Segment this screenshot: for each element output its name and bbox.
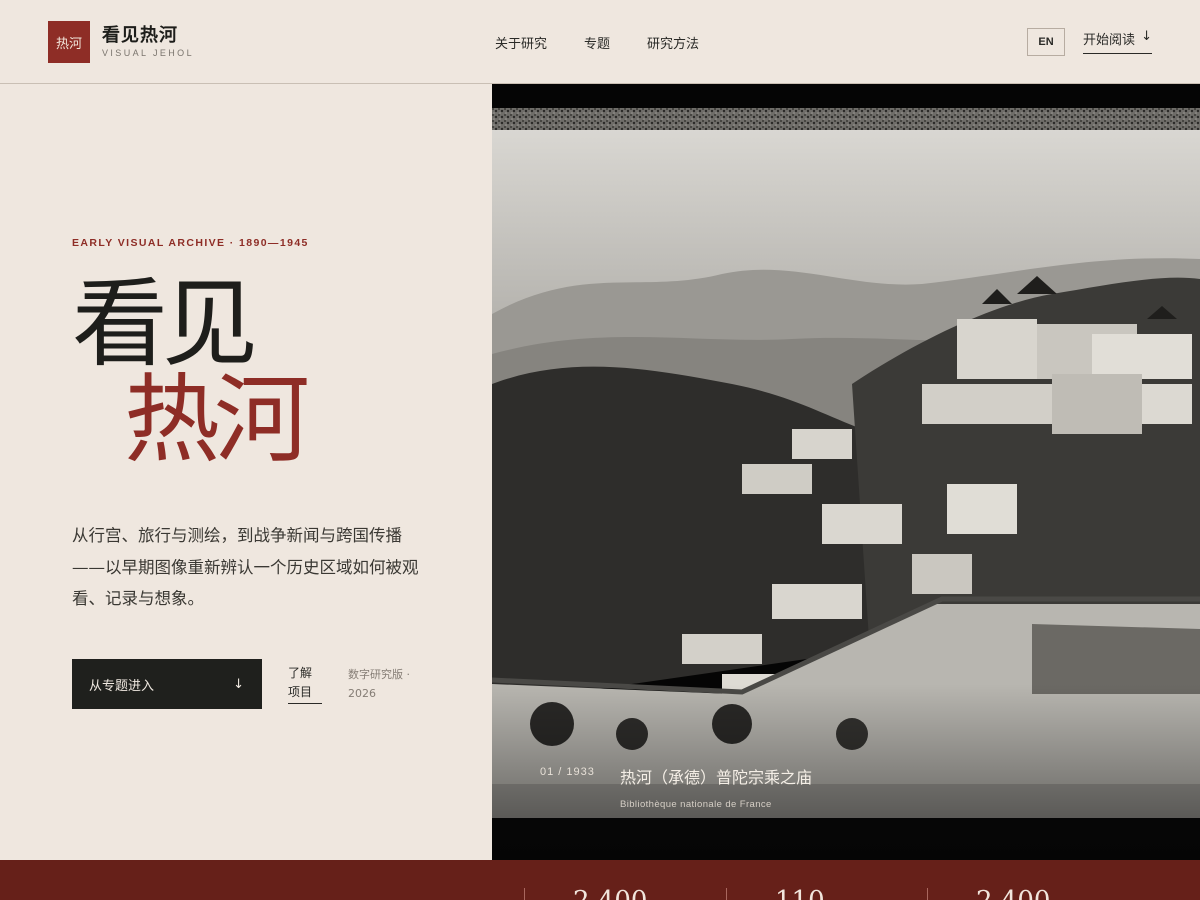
start-reading-label: 开始阅读 [1083, 33, 1136, 48]
hero-section: EARLY VISUAL ARCHIVE · 1890—1945 看见 热河 从… [0, 84, 492, 860]
photo-title: 热河（承德）普陀宗乘之庙 [620, 768, 813, 787]
stats-band: 2,400 110 2,400 [0, 860, 1200, 900]
nav-item-methods[interactable]: 研究方法 [647, 33, 699, 52]
main-nav: 关于研究 专题 研究方法 [495, 33, 699, 52]
stats-divider [927, 888, 928, 900]
brand-subtitle: VISUAL JEHOL [102, 48, 194, 58]
stat-value: 110 [775, 886, 825, 900]
stat-value: 2,400 [573, 886, 647, 900]
hero-title-line-1: 看见 [72, 268, 258, 380]
photo-index: 01 / 1933 [540, 766, 595, 778]
photo-illustration [492, 84, 1200, 860]
arrow-down-icon: ↓ [1141, 29, 1152, 44]
archival-photo[interactable]: 01 / 1933 热河（承德）普陀宗乘之庙 Bibliothèque nati… [492, 84, 1200, 860]
site-header: 热河 看见热河 VISUAL JEHOL 关于研究 专题 研究方法 EN 开始阅… [0, 0, 1200, 84]
site-logo[interactable]: 热河 [48, 21, 90, 63]
language-toggle-button[interactable]: EN [1027, 28, 1065, 56]
nav-item-topics[interactable]: 专题 [584, 33, 610, 52]
edition-label: 数字研究版 · 2026 [348, 668, 410, 700]
brand-title[interactable]: 看见热河 [102, 21, 178, 47]
arrow-down-icon: ↓ [233, 676, 244, 692]
hero-title-line-2: 热河 [124, 364, 310, 476]
hero-description: 从行宫、旅行与测绘，到战争新闻与跨国传播——以早期图像重新辨认一个历史区域如何被… [72, 526, 419, 609]
photo-credit: Bibliothèque nationale de France [620, 799, 772, 810]
stats-divider [524, 888, 525, 900]
start-reading-link[interactable]: 开始阅读 ↓ [1083, 29, 1152, 54]
hero-eyebrow: EARLY VISUAL ARCHIVE · 1890—1945 [72, 237, 309, 249]
learn-about-project-link[interactable]: 了解项目 [288, 664, 322, 705]
enter-topics-button[interactable]: 从专题进入 ↓ [72, 659, 262, 709]
nav-item-about[interactable]: 关于研究 [495, 33, 547, 52]
stats-divider [726, 888, 727, 900]
enter-topics-label: 从专题进入 [89, 678, 155, 694]
logo-text: 热河 [55, 36, 82, 52]
stat-value: 2,400 [976, 886, 1050, 900]
